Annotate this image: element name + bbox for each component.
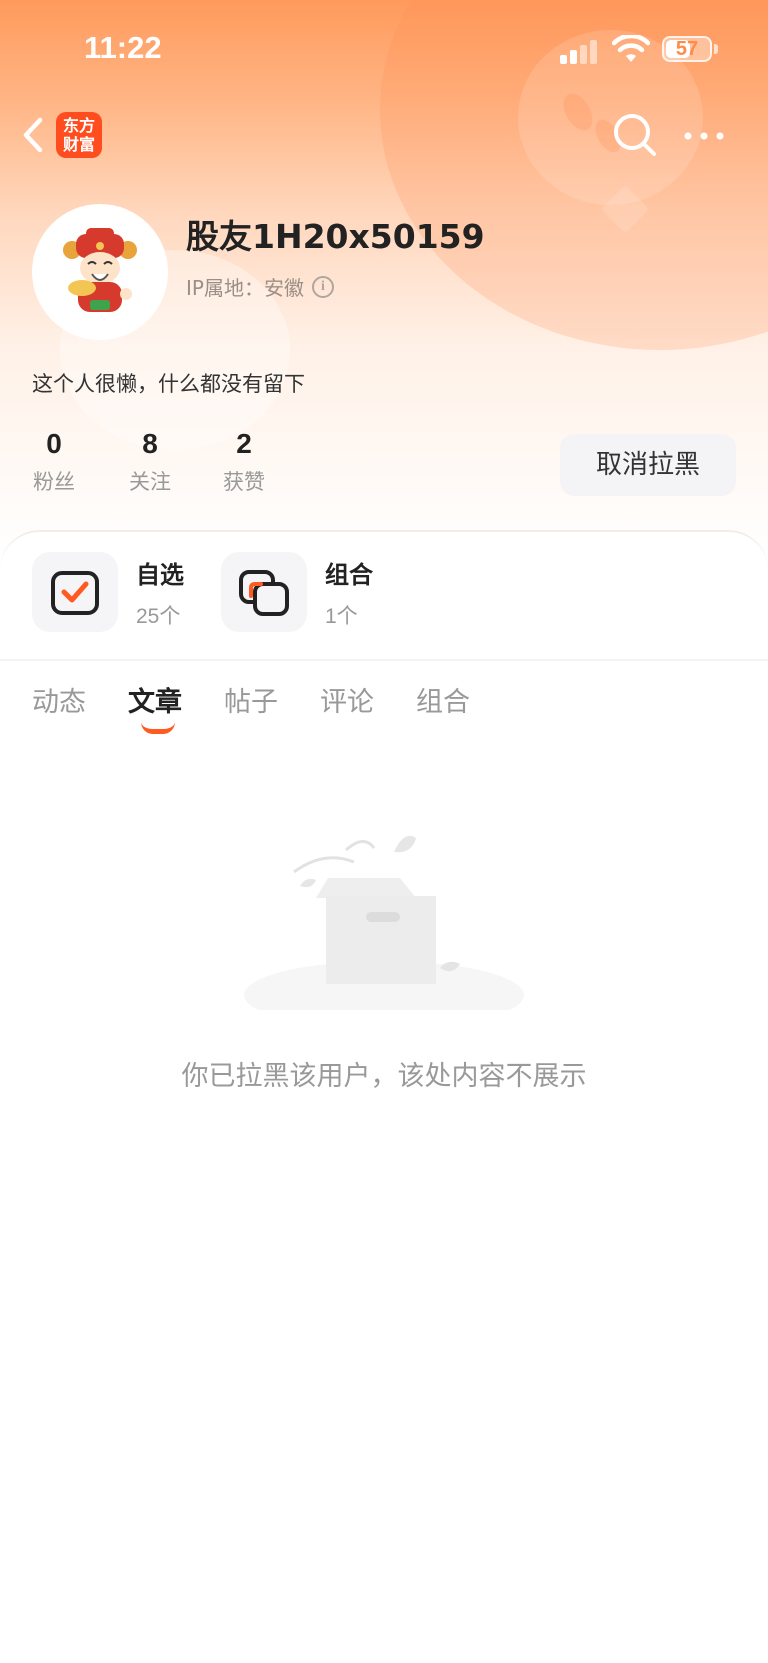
wifi-icon [612, 35, 650, 62]
quick-link-tile [32, 552, 118, 632]
battery-level-text: 57 [675, 38, 699, 60]
username: 股友1H20x50159 [186, 217, 485, 256]
empty-state-message: 你已拉黑该用户，该处内容不展示 [181, 1061, 587, 1092]
stat-value: 0 [46, 428, 62, 459]
info-icon[interactable]: i [311, 275, 334, 298]
tab-label: 文章 [128, 687, 182, 718]
stat-following[interactable]: 8 关注 [120, 428, 180, 496]
stat-label: 获赞 [223, 470, 265, 494]
divider [0, 659, 768, 661]
unblock-button[interactable]: 取消拉黑 [560, 434, 736, 496]
avatar[interactable] [32, 204, 168, 340]
stat-label: 粉丝 [33, 470, 75, 494]
battery-cap [714, 44, 718, 54]
battery-icon: 57 [662, 36, 712, 62]
quick-link-title: 组合 [325, 560, 373, 589]
status-time: 11:22 [84, 30, 162, 65]
cellular-signal-icon [560, 38, 600, 64]
stat-label: 关注 [129, 470, 171, 494]
tab-articles[interactable]: 文章 [128, 680, 182, 734]
stat-value: 8 [142, 428, 158, 459]
quick-link-tile [221, 552, 307, 632]
tab-comments[interactable]: 评论 [320, 680, 374, 719]
tab-label: 评论 [320, 687, 374, 718]
checklist-icon [51, 571, 99, 615]
quick-link-portfolio[interactable]: 组合 1个 [221, 552, 373, 632]
tab-label: 帖子 [224, 687, 278, 718]
tab-portfolios[interactable]: 组合 [416, 680, 470, 719]
ip-location: IP属地：安徽 i [186, 272, 334, 301]
tab-posts[interactable]: 帖子 [224, 680, 278, 719]
search-icon[interactable] [612, 112, 658, 158]
more-options-icon[interactable] [680, 118, 728, 154]
quick-link-count: 1个 [325, 604, 358, 628]
tab-label: 动态 [32, 687, 86, 718]
tab-label: 组合 [416, 687, 470, 718]
ip-location-text: IP属地：安徽 [186, 276, 304, 300]
god-of-wealth-avatar-icon [63, 228, 137, 312]
back-arrow-icon[interactable] [16, 112, 50, 158]
user-bio: 这个人很懒，什么都没有留下 [32, 372, 305, 396]
stat-likes[interactable]: 2 获赞 [214, 428, 274, 496]
empty-box-illustration [244, 835, 524, 1010]
portfolio-icon [239, 570, 289, 616]
content-tabs: 动态 文章 帖子 评论 组合 [32, 680, 512, 734]
quick-link-title: 自选 [136, 560, 184, 589]
tab-activity[interactable]: 动态 [32, 680, 86, 719]
app-logo: 东方财富 [56, 112, 102, 158]
stat-value: 2 [236, 428, 252, 459]
quick-link-watchlist[interactable]: 自选 25个 [32, 552, 184, 632]
quick-link-count: 25个 [136, 604, 181, 628]
stat-followers[interactable]: 0 粉丝 [24, 428, 84, 496]
